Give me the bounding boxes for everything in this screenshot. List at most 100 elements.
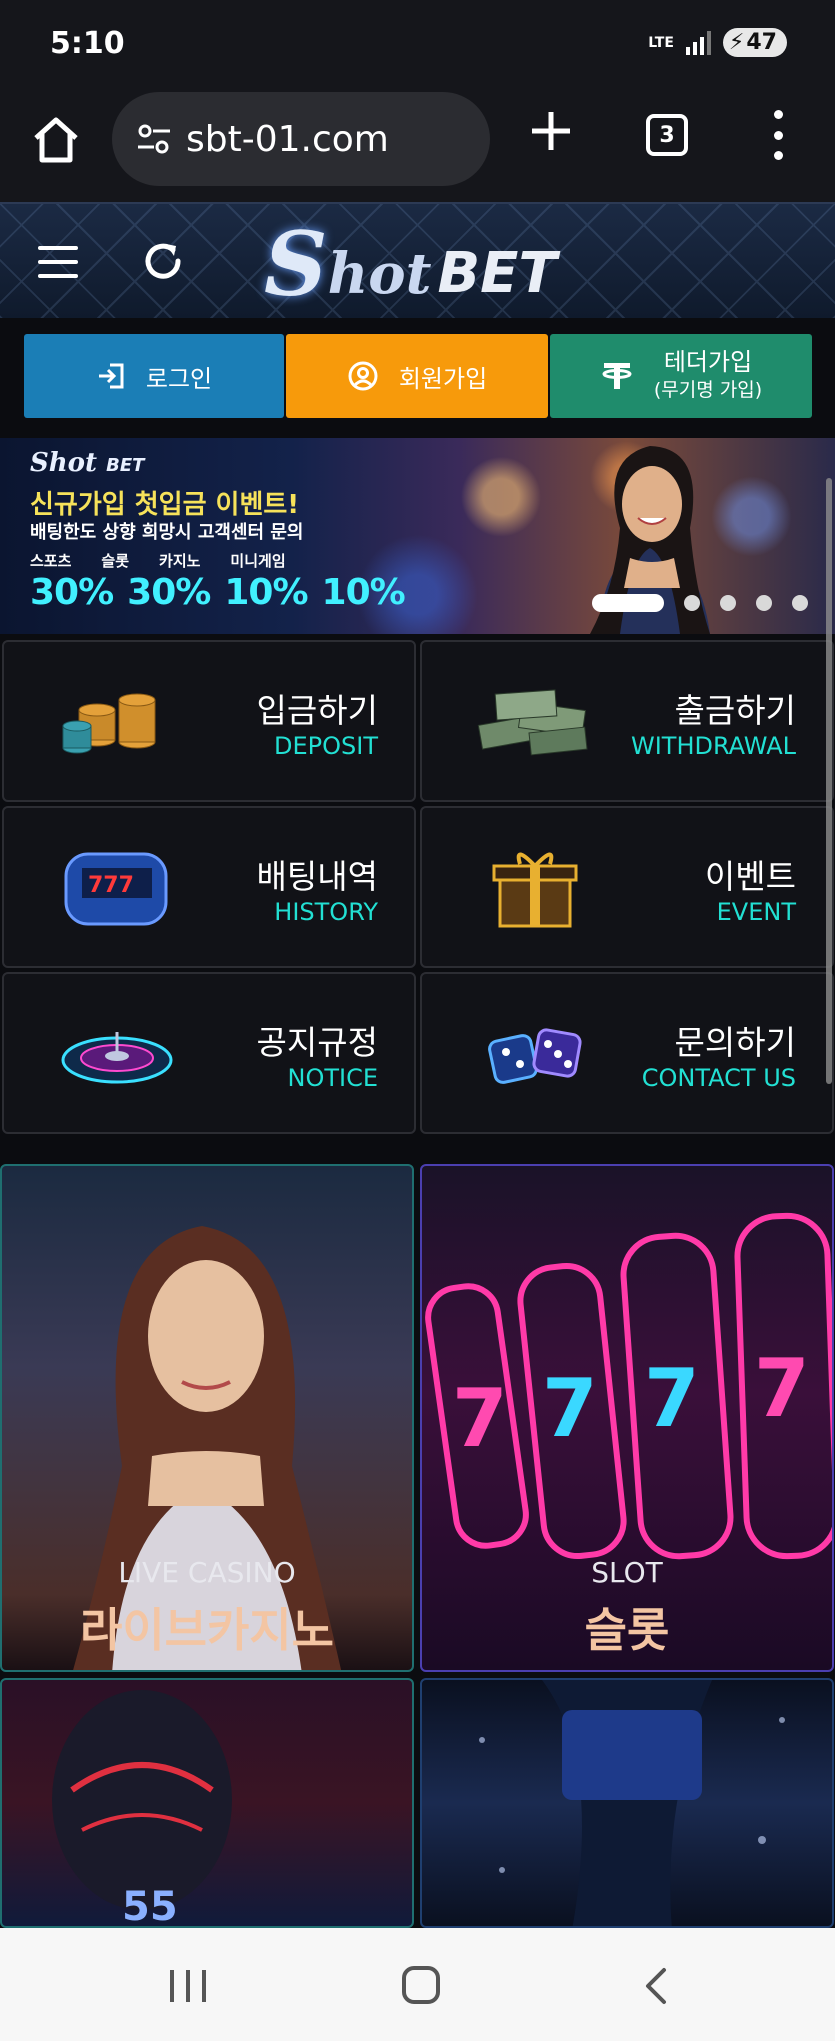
menu-tile-deposit[interactable]: 입금하기 DEPOSIT xyxy=(2,640,416,802)
menu-tile-notice[interactable]: 공지규정 NOTICE xyxy=(2,972,416,1134)
slot-reel-icon: 777 xyxy=(64,852,168,926)
carousel-dot[interactable] xyxy=(792,595,808,611)
site-settings-icon[interactable] xyxy=(134,119,174,159)
browser-menu-icon[interactable] xyxy=(766,110,790,160)
user-circle-icon xyxy=(348,361,378,391)
svg-text:777: 777 xyxy=(88,873,134,898)
svg-text:7: 7 xyxy=(754,1342,810,1435)
tile-title: 이벤트 xyxy=(704,857,796,896)
system-nav-bar xyxy=(0,1928,835,2041)
tether-label: 테더가입 xyxy=(663,348,753,376)
banner-percent: 30% xyxy=(127,572,211,613)
svg-text:55: 55 xyxy=(122,1884,178,1928)
login-icon xyxy=(98,363,124,389)
tab-switcher-button[interactable]: 3 xyxy=(646,114,688,156)
status-icons: LTE ⚡ 47 xyxy=(648,28,787,57)
banner-percent: 10% xyxy=(224,572,308,613)
category-card-sports[interactable]: 55 xyxy=(0,1678,414,1928)
roulette-icon xyxy=(61,1032,173,1084)
banner-category: 스포츠 xyxy=(30,552,72,570)
svg-text:7: 7 xyxy=(644,1352,700,1445)
card-caption-en: SLOT xyxy=(591,1556,663,1589)
tile-subtitle: HISTORY xyxy=(274,898,378,926)
menu-tile-history[interactable]: 777 배팅내역 HISTORY xyxy=(2,806,416,968)
tile-subtitle: DEPOSIT xyxy=(274,732,378,760)
battery-level: 47 xyxy=(746,30,777,55)
login-label: 로그인 xyxy=(145,364,213,393)
hamburger-menu-icon[interactable] xyxy=(38,246,78,278)
tile-title: 출금하기 xyxy=(674,691,796,730)
sports-image: 55 xyxy=(52,1690,232,1928)
category-card-slot[interactable]: 7 7 7 7 SLOT 슬롯 xyxy=(420,1164,834,1672)
page-scrollbar[interactable] xyxy=(826,478,832,1084)
charging-bolt-icon: ⚡ xyxy=(728,30,745,55)
battery-icon: ⚡ 47 xyxy=(722,28,787,57)
coins-icon xyxy=(62,693,156,754)
tile-title: 배팅내역 xyxy=(256,857,378,896)
logo-hot: hot xyxy=(327,241,432,307)
cash-stack-icon xyxy=(477,689,588,756)
carousel-dot[interactable] xyxy=(756,595,772,611)
tile-title: 입금하기 xyxy=(256,691,378,730)
recent-apps-icon[interactable] xyxy=(170,1970,206,2002)
carousel-dots xyxy=(592,594,808,612)
status-bar: 5:10 LTE ⚡ 47 xyxy=(0,0,835,90)
banner-category: 카지노 xyxy=(159,552,201,570)
svg-text:7: 7 xyxy=(542,1362,598,1455)
banner-subtitle: 배팅한도 상향 희망시 고객센터 문의 xyxy=(30,522,304,543)
carousel-dot[interactable] xyxy=(720,595,736,611)
back-icon[interactable] xyxy=(642,1966,670,2006)
banner-percents: 30% 30% 10% 10% xyxy=(30,572,406,613)
tether-signup-button[interactable]: 테더가입 (무기명 가입) xyxy=(550,334,812,418)
tile-subtitle: EVENT xyxy=(716,898,796,926)
tether-icon xyxy=(602,363,632,389)
signup-button[interactable]: 회원가입 xyxy=(286,334,548,418)
banner-category: 슬롯 xyxy=(101,552,130,570)
tile-subtitle: NOTICE xyxy=(287,1064,378,1092)
tether-sub-label: (무기명 가입) xyxy=(653,379,763,401)
banner-title: 신규가입 첫입금 이벤트! xyxy=(30,490,300,520)
lte-icon: LTE xyxy=(648,34,674,51)
category-card-minigame[interactable] xyxy=(420,1678,834,1928)
home-nav-icon[interactable] xyxy=(402,1966,440,2004)
status-time: 5:10 xyxy=(50,26,125,61)
new-tab-icon[interactable] xyxy=(528,108,574,154)
login-button[interactable]: 로그인 xyxy=(24,334,284,418)
site-header: S hot BET xyxy=(0,202,835,318)
site-logo[interactable]: S hot BET xyxy=(264,216,557,308)
logo-s: S xyxy=(264,212,328,316)
carousel-dot-active[interactable] xyxy=(592,594,664,612)
auth-bar: 로그인 회원가입 테더가입 (무기명 가입) xyxy=(0,318,835,430)
gift-box-icon xyxy=(492,852,578,928)
signal-icon xyxy=(685,30,711,55)
banner-logo: Shot BET xyxy=(30,448,144,478)
tile-subtitle: WITHDRAWAL xyxy=(630,732,796,760)
url-text[interactable]: sbt-01.com xyxy=(186,119,389,160)
tile-subtitle: CONTACT US xyxy=(641,1064,796,1092)
banner-logo-shot: Shot xyxy=(30,448,98,478)
carousel-dot[interactable] xyxy=(684,595,700,611)
minigame-image xyxy=(479,1680,785,1926)
tile-title: 공지규정 xyxy=(256,1023,378,1062)
logo-bet: BET xyxy=(437,241,557,306)
banner-categories: 스포츠 슬롯 카지노 미니게임 xyxy=(30,550,286,571)
address-bar[interactable]: sbt-01.com xyxy=(112,92,490,186)
banner-category: 미니게임 xyxy=(230,552,286,570)
banner-percent: 30% xyxy=(30,572,114,613)
signup-label: 회원가입 xyxy=(398,364,488,393)
category-card-live-casino[interactable]: LIVE CASINO 라이브카지노 xyxy=(0,1164,414,1672)
tile-title: 문의하기 xyxy=(674,1023,796,1062)
home-icon[interactable] xyxy=(28,112,84,168)
card-caption-en: LIVE CASINO xyxy=(118,1556,296,1589)
banner-percent: 10% xyxy=(321,572,406,613)
menu-tile-event[interactable]: 이벤트 EVENT xyxy=(420,806,834,968)
browser-toolbar: sbt-01.com 3 xyxy=(0,90,835,202)
banner-logo-bet: BET xyxy=(106,455,145,476)
menu-tile-contact[interactable]: 문의하기 CONTACT US xyxy=(420,972,834,1134)
menu-tile-withdrawal[interactable]: 출금하기 WITHDRAWAL xyxy=(420,640,834,802)
refresh-icon[interactable] xyxy=(140,238,186,284)
card-caption-ko: 슬롯 xyxy=(584,1603,670,1657)
svg-text:7: 7 xyxy=(452,1372,508,1465)
dice-icon xyxy=(488,1028,582,1084)
card-caption-ko: 라이브카지노 xyxy=(80,1603,334,1657)
